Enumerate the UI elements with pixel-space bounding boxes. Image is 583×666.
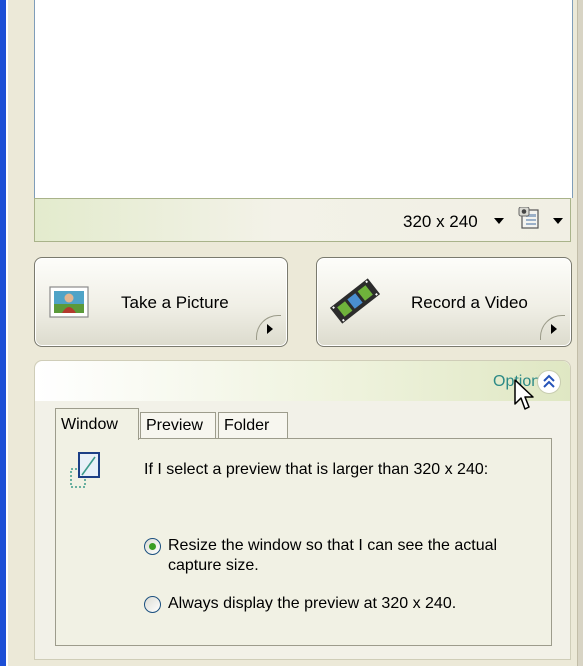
tab-window[interactable]: Window <box>55 408 139 440</box>
tab-preview[interactable]: Preview <box>140 412 216 438</box>
radio-checked-icon[interactable] <box>144 538 161 555</box>
chevron-right-icon <box>540 315 565 340</box>
chevron-down-icon[interactable] <box>553 218 563 224</box>
take-picture-button[interactable]: Take a Picture <box>34 257 288 347</box>
scrollbar-track[interactable] <box>577 0 583 666</box>
options-header[interactable]: Options <box>35 361 570 401</box>
record-video-button[interactable]: Record a Video <box>316 257 572 347</box>
take-picture-label: Take a Picture <box>121 293 229 312</box>
resize-description: If I select a preview that is larger tha… <box>144 461 489 478</box>
tab-folder[interactable]: Folder <box>218 412 288 438</box>
mouse-pointer-icon <box>514 379 534 410</box>
fixed-preview-label[interactable]: Always display the preview at 320 x 240. <box>168 594 528 614</box>
camera-preview <box>34 0 573 198</box>
window-left-highlight <box>6 0 8 666</box>
collapse-options-button[interactable] <box>537 370 561 394</box>
window-tab-panel: If I select a preview that is larger tha… <box>55 438 552 646</box>
resolution-label[interactable]: 320 x 240 <box>403 212 478 232</box>
radio-unchecked-icon[interactable] <box>144 596 161 613</box>
resize-window-label[interactable]: Resize the window so that I can see the … <box>168 536 528 576</box>
camera-settings-icon[interactable] <box>517 207 545 233</box>
picture-icon <box>49 286 89 318</box>
window-resize-icon <box>70 452 100 488</box>
chevron-right-icon <box>256 315 281 340</box>
record-video-label: Record a Video <box>411 293 528 312</box>
chevron-down-icon[interactable] <box>494 218 504 224</box>
preview-toolbar: 320 x 240 <box>34 198 571 242</box>
double-chevron-up-icon <box>543 374 555 388</box>
film-strip-icon <box>329 278 381 324</box>
